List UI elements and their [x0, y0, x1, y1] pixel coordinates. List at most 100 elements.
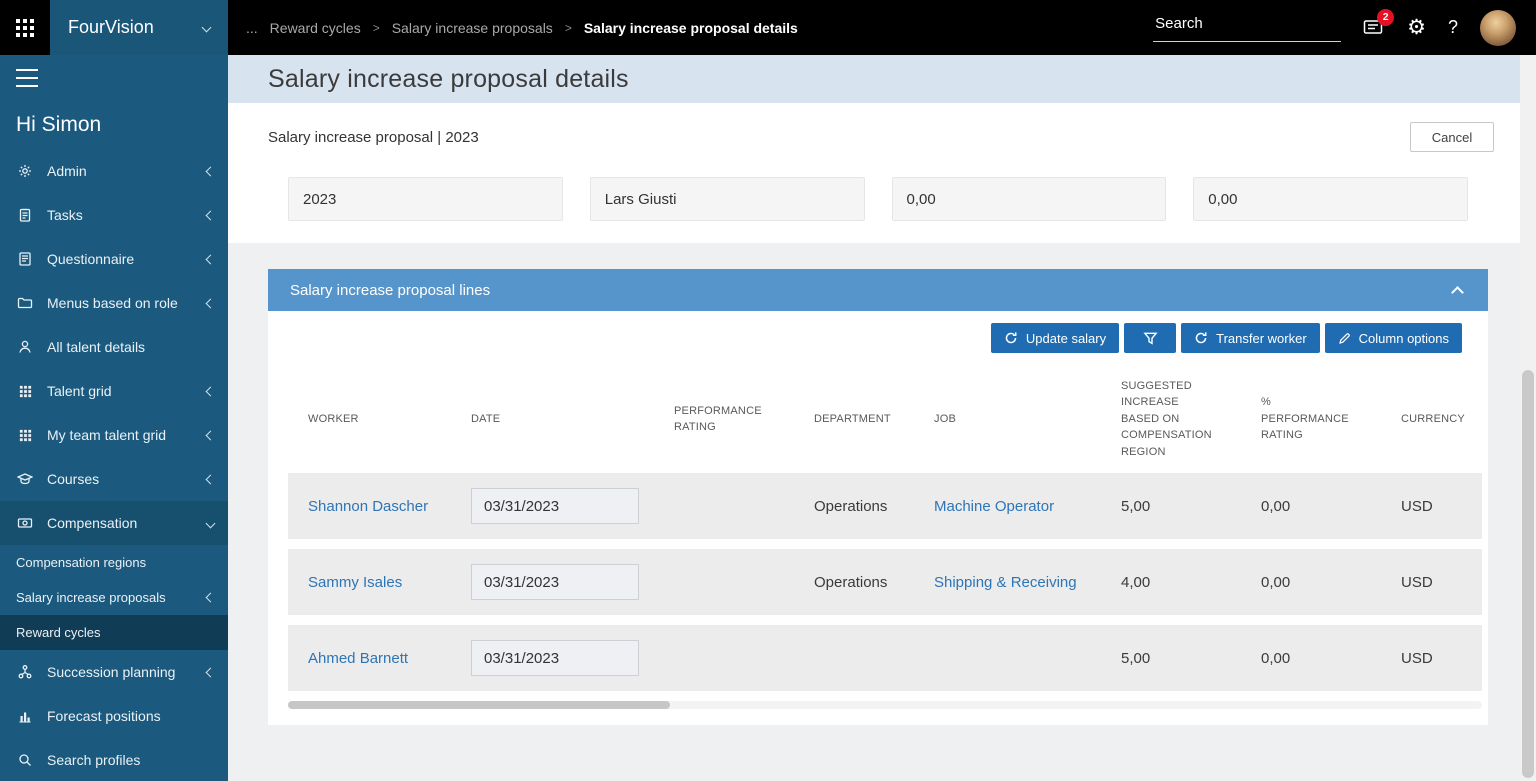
settings-button[interactable]: ⚙: [1407, 17, 1426, 38]
search-input[interactable]: Search: [1153, 13, 1341, 42]
sidebar-item-talent-grid[interactable]: Talent grid: [0, 369, 228, 413]
table-row[interactable]: Shannon Dascher 03/31/2023 Operations Ma…: [288, 473, 1482, 539]
sidebar-item-courses[interactable]: Courses: [0, 457, 228, 501]
filter-button[interactable]: [1124, 323, 1176, 353]
worker-link[interactable]: Ahmed Barnett: [308, 650, 408, 667]
table-row[interactable]: Sammy Isales 03/31/2023 Operations Shipp…: [288, 549, 1482, 615]
col-header-worker[interactable]: WORKER: [308, 411, 471, 428]
chevron-left-icon: [206, 593, 216, 603]
table-row[interactable]: Ahmed Barnett 03/31/2023 5,00 0,00 USD: [288, 625, 1482, 691]
sidebar-item-all-talent-details[interactable]: All talent details: [0, 325, 228, 369]
horizontal-scrollbar-thumb[interactable]: [288, 701, 670, 709]
sidebar-item-label: Talent grid: [47, 383, 194, 399]
sidebar-item-label: Courses: [47, 471, 194, 487]
app-launcher-button[interactable]: [0, 0, 50, 55]
questionnaire-icon: [16, 251, 34, 267]
date-input[interactable]: 03/31/2023: [471, 488, 639, 524]
sidebar-item-tasks[interactable]: Tasks: [0, 193, 228, 237]
money-icon: [16, 515, 34, 531]
col-header-department[interactable]: DEPARTMENT: [814, 411, 934, 428]
feedback-button[interactable]: 2: [1363, 18, 1385, 38]
breadcrumb-overflow[interactable]: ...: [246, 20, 258, 36]
breadcrumb-item[interactable]: Reward cycles: [270, 20, 361, 36]
grid-icon: [16, 428, 34, 443]
update-salary-button[interactable]: Update salary: [991, 323, 1119, 353]
worker-link[interactable]: Shannon Dascher: [308, 498, 428, 515]
sidebar-item-questionnaire[interactable]: Questionnaire: [0, 237, 228, 281]
vertical-scrollbar[interactable]: [1520, 55, 1536, 781]
sidebar-item-search-profiles[interactable]: Search profiles: [0, 738, 228, 781]
main-content: Salary increase proposal details Salary …: [228, 55, 1536, 781]
pencil-icon: [1338, 332, 1351, 345]
sidebar-item-succession-planning[interactable]: Succession planning: [0, 650, 228, 694]
sidebar-item-reward-cycles[interactable]: Reward cycles: [0, 615, 228, 650]
sidebar-item-label: All talent details: [47, 339, 214, 355]
col-header-job[interactable]: JOB: [934, 411, 1121, 428]
app-root: FourVision ... Reward cycles > Salary in…: [0, 0, 1536, 781]
help-icon: ?: [1448, 17, 1458, 38]
column-options-button[interactable]: Column options: [1325, 323, 1462, 353]
sidebar-greeting: Hi Simon: [16, 113, 228, 137]
pct-performance-cell: 0,00: [1261, 498, 1401, 515]
department-cell: Operations: [814, 498, 934, 515]
breadcrumb-current: Salary increase proposal details: [584, 20, 798, 36]
chevron-left-icon: [206, 386, 216, 396]
col-header-suggested-increase[interactable]: SUGGESTED INCREASE BASED ON COMPENSATION…: [1121, 378, 1221, 461]
folder-icon: [16, 295, 34, 311]
job-link[interactable]: Machine Operator: [934, 498, 1054, 515]
col-header-currency[interactable]: CURRENCY: [1401, 411, 1482, 428]
sidebar-item-compensation-regions[interactable]: Compensation regions: [0, 545, 228, 580]
app-name-menu[interactable]: FourVision: [50, 0, 228, 55]
currency-cell: USD: [1401, 650, 1482, 667]
date-input[interactable]: 03/31/2023: [471, 564, 639, 600]
chevron-left-icon: [206, 210, 216, 220]
proposal-lines-section: Salary increase proposal lines: [268, 269, 1488, 725]
cancel-button[interactable]: Cancel: [1410, 122, 1494, 152]
col-header-pct-performance-rating[interactable]: % PERFORMANCE RATING: [1261, 394, 1339, 444]
date-input[interactable]: 03/31/2023: [471, 640, 639, 676]
proposal-lines-header: Salary increase proposal lines: [268, 269, 1488, 311]
chevron-left-icon: [206, 430, 216, 440]
sidebar-item-forecast-positions[interactable]: Forecast positions: [0, 694, 228, 738]
tasks-icon: [16, 207, 34, 223]
page-title: Salary increase proposal details: [268, 65, 629, 94]
amount-field-1[interactable]: 0,00: [892, 177, 1167, 221]
sidebar-item-salary-increase-proposals[interactable]: Salary increase proposals: [0, 580, 228, 615]
sidebar-item-my-team-talent-grid[interactable]: My team talent grid: [0, 413, 228, 457]
amount-field-2[interactable]: 0,00: [1193, 177, 1468, 221]
sidebar-item-admin[interactable]: Admin: [0, 149, 228, 193]
breadcrumb-separator: >: [373, 21, 380, 35]
vertical-scrollbar-thumb[interactable]: [1522, 370, 1534, 778]
sidebar-item-label: Reward cycles: [16, 625, 214, 640]
button-label: Update salary: [1026, 331, 1106, 346]
sidebar-item-label: Compensation: [47, 515, 194, 531]
person-field[interactable]: Lars Giusti: [590, 177, 865, 221]
collapse-section-button[interactable]: [1442, 275, 1472, 305]
pct-performance-cell: 0,00: [1261, 574, 1401, 591]
sidebar-item-label: Tasks: [47, 207, 194, 223]
sidebar-item-compensation[interactable]: Compensation: [0, 501, 228, 545]
hamburger-button[interactable]: [16, 69, 40, 87]
breadcrumb-item[interactable]: Salary increase proposals: [392, 20, 553, 36]
sidebar-item-label: Questionnaire: [47, 251, 194, 267]
col-header-performance-rating[interactable]: PERFORMANCE RATING: [674, 403, 766, 436]
org-chart-icon: [16, 664, 34, 680]
graduation-cap-icon: [16, 471, 34, 487]
chevron-down-icon: [206, 518, 216, 528]
notification-badge: 2: [1377, 9, 1394, 26]
horizontal-scrollbar[interactable]: [288, 701, 1482, 709]
help-button[interactable]: ?: [1448, 17, 1458, 38]
col-header-date[interactable]: DATE: [471, 411, 674, 428]
job-link[interactable]: Shipping & Receiving: [934, 574, 1077, 591]
table-header-row: WORKER DATE PERFORMANCE RATING DEPARTMEN…: [288, 365, 1482, 473]
worker-link[interactable]: Sammy Isales: [308, 574, 402, 591]
proposal-card: Salary increase proposal | 2023 Cancel 2…: [228, 103, 1536, 243]
transfer-worker-button[interactable]: Transfer worker: [1181, 323, 1320, 353]
avatar[interactable]: [1480, 10, 1516, 46]
currency-cell: USD: [1401, 498, 1482, 515]
year-field[interactable]: 2023: [288, 177, 563, 221]
gear-icon: ⚙: [1407, 17, 1426, 38]
admin-icon: [16, 163, 34, 179]
chevron-up-icon: [1451, 286, 1464, 299]
sidebar-item-menus-based-on-role[interactable]: Menus based on role: [0, 281, 228, 325]
